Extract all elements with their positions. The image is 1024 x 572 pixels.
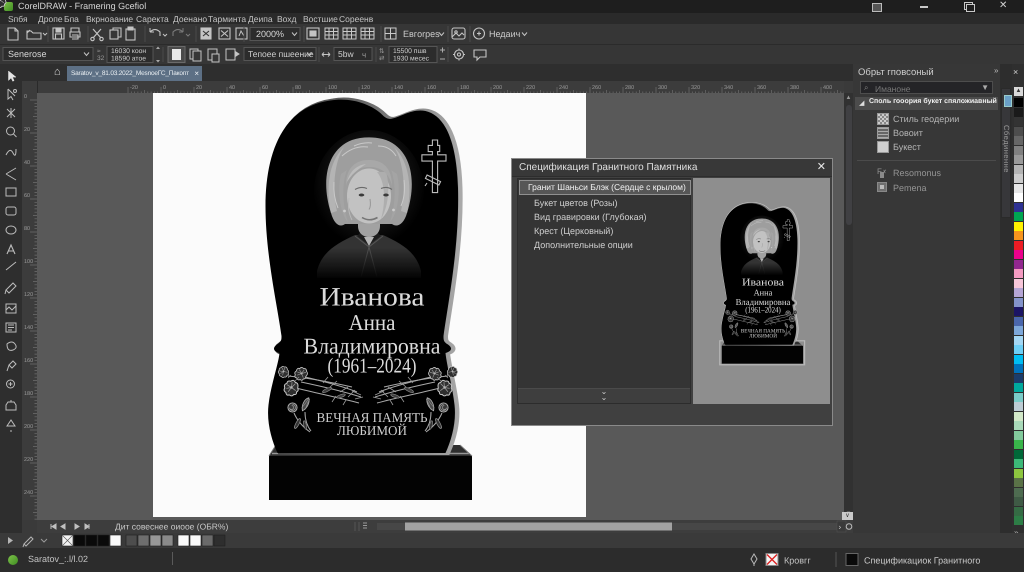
- svg-text:Дит совеснее оиооe (ОБR%): Дит совеснее оиооe (ОБR%): [115, 522, 228, 532]
- svg-text:Кровгг: Кровгг: [784, 556, 811, 566]
- svg-text:Спецификациок Гранитного: Спецификациок Гранитного: [864, 556, 980, 566]
- svg-text:›: ›: [839, 523, 842, 532]
